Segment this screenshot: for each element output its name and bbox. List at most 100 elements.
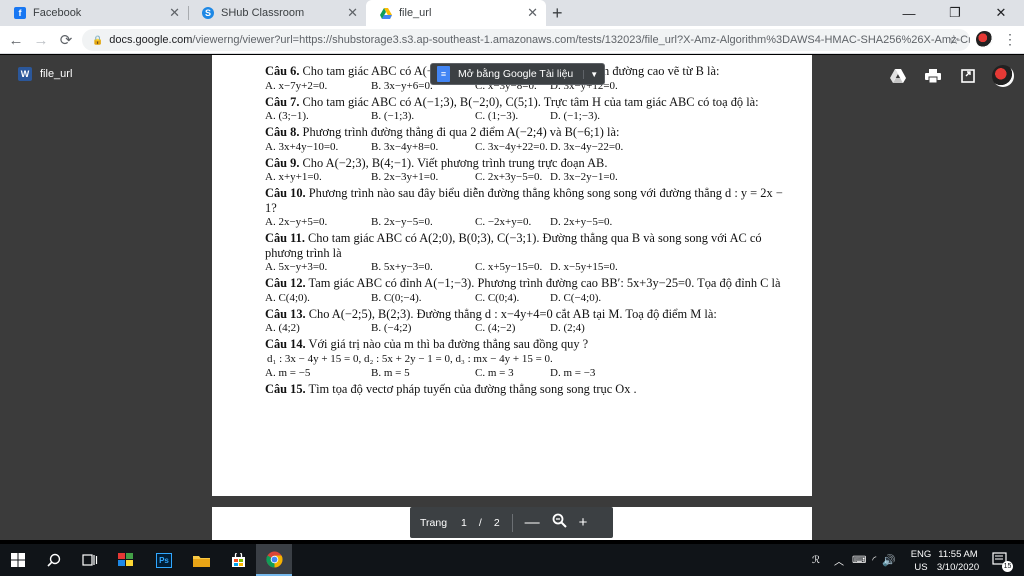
current-page-number[interactable]: 1 bbox=[461, 517, 467, 529]
bookmark-star-icon[interactable]: ☆ bbox=[948, 32, 960, 48]
answer-option: D. x−5y+15=0. bbox=[550, 261, 618, 273]
answer-option: A. x+y+1=0. bbox=[265, 171, 322, 183]
language-indicator[interactable]: ENG US bbox=[908, 548, 934, 574]
question-item: Câu 10. Phương trình nào sau đây biểu di… bbox=[265, 186, 785, 229]
tab-bar: f Facebook ✕ S SHub Classroom ✕ file_url… bbox=[0, 0, 1024, 26]
answer-options: A. m = −5 B. m = 5 C. m = 3 D. m = −3 bbox=[265, 366, 785, 380]
volume-icon[interactable]: 🔊 bbox=[882, 554, 896, 567]
clock[interactable]: 11:55 AM 3/10/2020 bbox=[934, 548, 982, 574]
question-text: Phương trình đường thẳng đi qua 2 điểm A… bbox=[302, 125, 620, 139]
tab-facebook[interactable]: f Facebook ✕ bbox=[0, 0, 188, 26]
chrome-taskbar-icon[interactable] bbox=[256, 544, 292, 576]
question-text-line: Câu 7. Cho tam giác ABC có A(−1;3), B(−2… bbox=[265, 95, 785, 110]
answer-options: A. 2x−y+5=0. B. 2x−y−5=0. C. −2x+y=0. D. 2x… bbox=[265, 215, 785, 229]
clock-date: 3/10/2020 bbox=[936, 562, 980, 573]
reload-button[interactable]: ⟳ bbox=[56, 30, 76, 50]
answer-option: B. C(0;−4). bbox=[371, 291, 422, 304]
close-icon[interactable]: ✕ bbox=[169, 6, 180, 19]
question-text: Với giá trị nào của m thì ba đường thẳng… bbox=[308, 337, 589, 351]
restore-button[interactable]: ❐ bbox=[932, 0, 978, 26]
google-drive-icon bbox=[380, 7, 392, 19]
word-file-icon: W bbox=[18, 67, 32, 81]
answer-option: A. m = −5 bbox=[265, 367, 311, 379]
open-in-new-window-icon[interactable] bbox=[958, 66, 978, 86]
question-number: Câu 8. bbox=[265, 125, 300, 139]
wifi-icon[interactable]: ◜ bbox=[872, 555, 876, 566]
zoom-in-button[interactable]: + bbox=[579, 514, 588, 531]
search-icon[interactable] bbox=[36, 544, 72, 576]
tab-label: Facebook bbox=[33, 7, 82, 19]
zoom-out-button[interactable]: — bbox=[525, 514, 540, 531]
facebook-icon: f bbox=[14, 7, 26, 19]
windows-start-icon[interactable] bbox=[0, 544, 36, 576]
google-docs-icon: ≡ bbox=[437, 66, 450, 82]
answer-option: D. m = −3 bbox=[550, 367, 596, 379]
close-window-button[interactable]: ✕ bbox=[978, 0, 1024, 26]
answer-option: D. (−1;−3). bbox=[550, 110, 600, 122]
notification-center-icon[interactable]: 15 bbox=[990, 550, 1013, 572]
document-content: Câu 6. Cho tam giác ABC có A(−1;3), B(−2… bbox=[265, 64, 785, 399]
answer-option: D. 3x−2y−1=0. bbox=[550, 171, 618, 183]
address-bar[interactable]: 🔒 docs.google.com/viewerng/viewer?url=ht… bbox=[82, 29, 970, 51]
chevron-down-icon[interactable]: ▼ bbox=[583, 69, 598, 79]
answer-option: C. C(0;4). bbox=[475, 291, 520, 304]
profile-avatar[interactable] bbox=[976, 31, 993, 48]
question-text-line: Câu 10. Phương trình nào sau đây biểu di… bbox=[265, 186, 785, 215]
browser-toolbar: ← → ⟳ 🔒 docs.google.com/viewerng/viewer?… bbox=[0, 26, 1024, 54]
forward-button[interactable]: → bbox=[31, 30, 51, 50]
answer-option: C. m = 3 bbox=[475, 367, 514, 379]
back-button[interactable]: ← bbox=[6, 30, 26, 50]
answer-option: A. (3;−1). bbox=[265, 110, 309, 122]
print-icon[interactable] bbox=[923, 66, 943, 86]
lock-icon: 🔒 bbox=[92, 34, 104, 45]
question-item: Câu 9. Cho A(−2;3), B(4;−1). Viết phương… bbox=[265, 156, 785, 185]
tab-label: file_url bbox=[399, 7, 432, 19]
question-item: Câu 13. Cho A(−2;5), B(2;3). Đường thẳng… bbox=[265, 307, 785, 336]
file-explorer-icon[interactable] bbox=[183, 544, 219, 576]
add-to-drive-icon[interactable] bbox=[888, 66, 908, 86]
chevron-up-icon[interactable]: ︿ bbox=[834, 553, 844, 568]
answer-option: B. 3x−4y+8=0. bbox=[371, 140, 439, 153]
question-number: Câu 12. bbox=[265, 276, 306, 290]
new-tab-button[interactable]: + bbox=[552, 3, 563, 24]
question-text: Cho A(−2;5), B(2;3). Đường thẳng d : x−4… bbox=[308, 306, 717, 321]
task-view-icon[interactable] bbox=[72, 544, 108, 576]
people-icon[interactable]: ℛ bbox=[812, 555, 820, 566]
close-icon[interactable]: ✕ bbox=[347, 6, 358, 19]
answer-option: B. 3x−y+6=0. bbox=[371, 79, 433, 92]
menu-kebab-icon[interactable]: ⋮ bbox=[1003, 31, 1017, 48]
store-bag-icon[interactable] bbox=[220, 544, 256, 576]
question-text: Cho tam giác ABC có A(−1;3), B(−2;0), C(… bbox=[302, 94, 759, 109]
open-with-google-docs-button[interactable]: ≡ Mở bằng Google Tài liệu ▼ bbox=[430, 63, 606, 85]
app-store-icon[interactable] bbox=[108, 544, 144, 576]
viewer-actions bbox=[873, 65, 1014, 87]
keyboard-icon[interactable]: ⌨ bbox=[852, 555, 866, 566]
tab-shub-classroom[interactable]: S SHub Classroom ✕ bbox=[188, 0, 366, 26]
question-item: Câu 11. Cho tam giác ABC có A(2;0), B(0;… bbox=[265, 231, 785, 274]
tab-file-url[interactable]: file_url ✕ bbox=[366, 0, 546, 26]
close-icon[interactable]: ✕ bbox=[527, 6, 538, 19]
answer-option: D. 2x+y−5=0. bbox=[550, 216, 613, 228]
total-pages: 2 bbox=[493, 516, 500, 529]
question-text-line: Câu 15. Tìm tọa độ vectơ pháp tuyến của … bbox=[265, 382, 785, 397]
answer-option: C. (4;−2) bbox=[475, 322, 516, 334]
page-navigator: Trang 1 / 2 — + bbox=[410, 507, 613, 538]
answer-options: A. 5x−y+3=0. B. 5x+y−3=0. C. x+5y−15=0. D. … bbox=[265, 260, 785, 274]
zoom-icon[interactable] bbox=[552, 513, 567, 532]
minimize-button[interactable]: — bbox=[886, 0, 932, 26]
file-name: file_url bbox=[40, 68, 73, 80]
question-number: Câu 13. bbox=[265, 306, 306, 321]
answer-option: C. 3x−4y+22=0. bbox=[475, 140, 548, 153]
answer-option: A. 2x−y+5=0. bbox=[265, 216, 328, 228]
viewer-title: W file_url bbox=[18, 67, 72, 81]
answer-option: A. C(4;0). bbox=[265, 291, 310, 304]
question-text-line: Câu 14. Với giá trị nào của m thì ba đườ… bbox=[265, 337, 785, 352]
notification-badge: 15 bbox=[1002, 561, 1013, 572]
viewer-profile-avatar[interactable] bbox=[992, 65, 1014, 87]
url-path: /viewerng/viewer?url=https://shubstorage… bbox=[192, 34, 970, 46]
question-number: Câu 7. bbox=[265, 94, 300, 109]
answer-options: A. (3;−1). B. (−1;3). C. (1;−3). D. (−1;−3)… bbox=[265, 109, 785, 123]
answer-option: A. 3x+4y−10=0. bbox=[265, 140, 339, 153]
photoshop-icon[interactable]: Ps bbox=[146, 544, 182, 576]
answer-options: A. 3x+4y−10=0. B. 3x−4y+8=0. C. 3x−4y+22=0… bbox=[265, 140, 785, 154]
